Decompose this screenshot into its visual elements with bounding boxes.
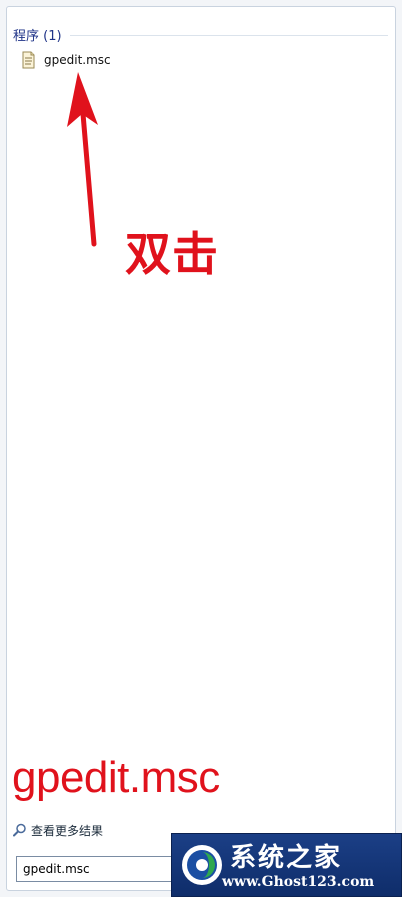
search-icon (13, 823, 26, 837)
group-divider (69, 34, 388, 36)
watermark-url: www.Ghost123.com (222, 874, 375, 890)
logo-mark-icon (182, 845, 222, 885)
programs-group-title: 程序 (1) (13, 28, 62, 44)
annotation-arrow (67, 72, 98, 247)
double-click-annotation: 双击 (125, 227, 219, 281)
search-input[interactable] (16, 856, 186, 882)
site-watermark-logo: 系统之家 www.Ghost123.com (171, 833, 402, 897)
result-item-gpedit[interactable]: gpedit.msc (20, 49, 170, 71)
see-more-label: 查看更多结果 (31, 823, 104, 838)
result-item-label: gpedit.msc (44, 53, 111, 67)
msc-document-icon (20, 51, 36, 69)
see-more-results-link[interactable]: 查看更多结果 (13, 821, 103, 839)
programs-group-header: 程序 (1) (13, 25, 388, 44)
command-caption: gpedit.msc (12, 753, 220, 802)
watermark-name: 系统之家 (230, 843, 343, 873)
